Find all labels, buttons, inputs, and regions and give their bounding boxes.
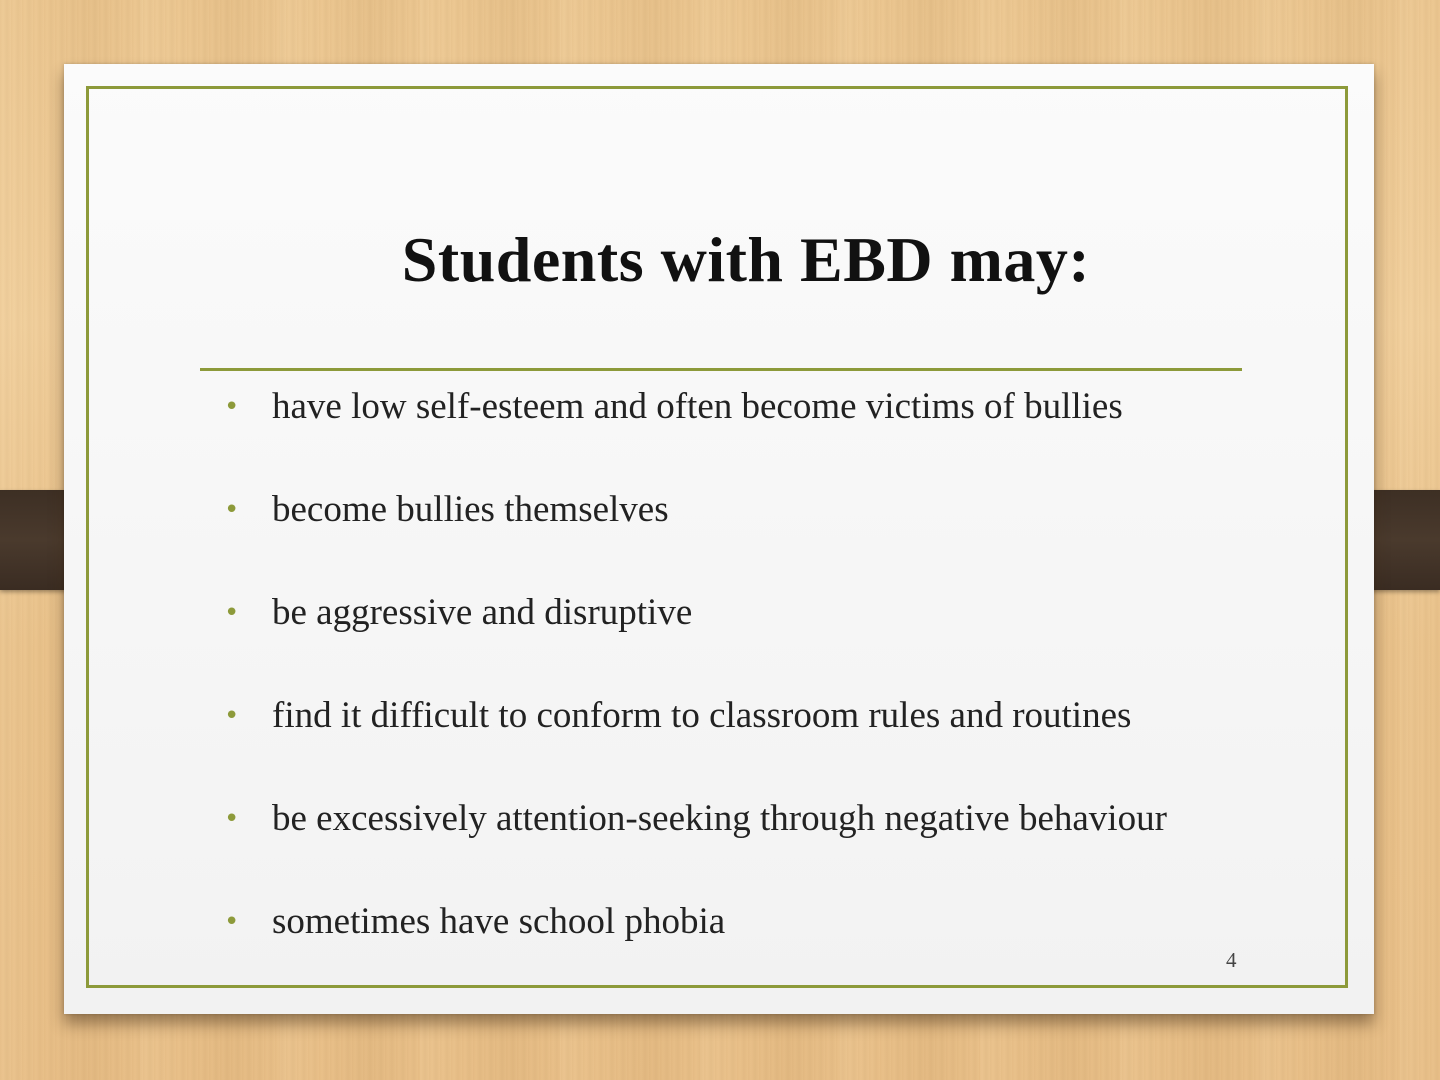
bullet-icon: • — [224, 598, 240, 628]
bullet-item: • find it difficult to conform to classr… — [222, 691, 1282, 794]
bullet-item: • have low self-esteem and often become … — [222, 382, 1282, 485]
bullet-text: become bullies themselves — [272, 489, 669, 530]
bullet-icon: • — [224, 701, 240, 731]
slide-title: Students with EBD may: — [401, 224, 1091, 295]
bullet-list: • have low self-esteem and often become … — [222, 382, 1282, 1000]
bullet-item: • become bullies themselves — [222, 485, 1282, 588]
bullet-icon: • — [224, 392, 240, 422]
bullet-text: find it difficult to conform to classroo… — [272, 695, 1132, 736]
bullet-item: • be aggressive and disruptive — [222, 588, 1282, 691]
title-divider — [200, 368, 1242, 371]
bullet-text: be excessively attention-seeking through… — [272, 798, 1167, 839]
bullet-icon: • — [224, 907, 240, 937]
bullet-item: • be excessively attention-seeking throu… — [222, 794, 1282, 897]
bullet-icon: • — [224, 804, 240, 834]
bullet-text: sometimes have school phobia — [272, 901, 726, 942]
bullet-text: have low self-esteem and often become vi… — [272, 386, 1123, 427]
bullet-text: be aggressive and disruptive — [272, 592, 693, 633]
slide-number: 4 — [1226, 948, 1237, 972]
bullet-icon: • — [224, 495, 240, 525]
bullet-item: • sometimes have school phobia — [222, 897, 1282, 1000]
